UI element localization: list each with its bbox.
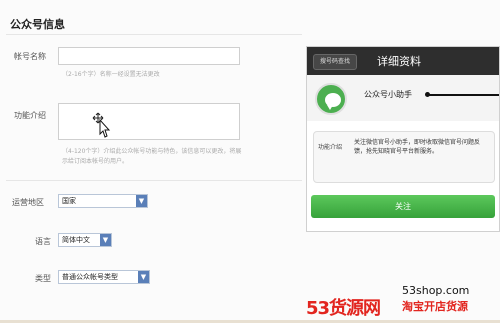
chat-bubble-tail: [327, 105, 333, 110]
language-select[interactable]: 简体中文 ▼: [58, 233, 112, 247]
back-button[interactable]: 搜号码查找: [313, 54, 358, 70]
card-text: 关注微信官号小助手，即时收取微信官号问题反馈，抢先知晓官号平台新服务。: [354, 139, 481, 155]
divider: [6, 180, 302, 181]
language-label: 语言: [35, 237, 51, 246]
function-textarea[interactable]: [58, 103, 240, 140]
type-label: 类型: [35, 274, 51, 283]
follow-button[interactable]: 关注: [311, 195, 495, 218]
phone-title: 详细资料: [377, 55, 421, 68]
watermark-logo: 53货源网: [306, 298, 381, 319]
card-label: 功能介绍: [318, 144, 343, 151]
move-cursor-icon: [92, 112, 111, 138]
account-name-label: 帐号名称: [14, 52, 46, 61]
function-label: 功能介绍: [14, 111, 46, 120]
chevron-down-icon: ▼: [136, 195, 147, 207]
region-select[interactable]: 国家 ▼: [58, 194, 148, 208]
type-selected: 普通公众帐号类型: [62, 273, 118, 281]
phone-header: 搜号码查找 详细资料: [307, 47, 499, 75]
phone-preview: 搜号码查找 详细资料 公众号小助手 功能介绍 关注微信官号小助手，即时收取微信官…: [306, 46, 500, 232]
region-label: 运营地区: [12, 198, 44, 207]
chevron-down-icon: ▼: [100, 234, 111, 246]
region-selected: 国家: [62, 197, 76, 205]
chevron-down-icon: ▼: [138, 271, 149, 283]
divider: [6, 34, 302, 35]
annotation-line: [429, 94, 499, 96]
profile-name: 公众号小助手: [364, 90, 412, 99]
account-name-hint: （2-16个字）名称一经设置无法更改: [62, 71, 160, 78]
type-select[interactable]: 普通公众帐号类型 ▼: [58, 270, 150, 284]
language-selected: 简体中文: [62, 236, 90, 244]
watermark-tagline: 淘宝开店货源: [402, 300, 468, 313]
function-card: 功能介绍 关注微信官号小助手，即时收取微信官号问题反馈，抢先知晓官号平台新服务。: [313, 131, 495, 183]
section-title: 公众号信息: [10, 18, 65, 31]
function-hint: （4-120个字）介绍此公众帐号功能与特色，该信息可以更改，将展示给订阅本帐号的…: [62, 148, 242, 165]
watermark-site: 53shop.com: [402, 284, 470, 297]
profile-row: 公众号小助手: [307, 75, 499, 121]
account-name-input[interactable]: [58, 47, 240, 65]
avatar: [315, 83, 347, 115]
